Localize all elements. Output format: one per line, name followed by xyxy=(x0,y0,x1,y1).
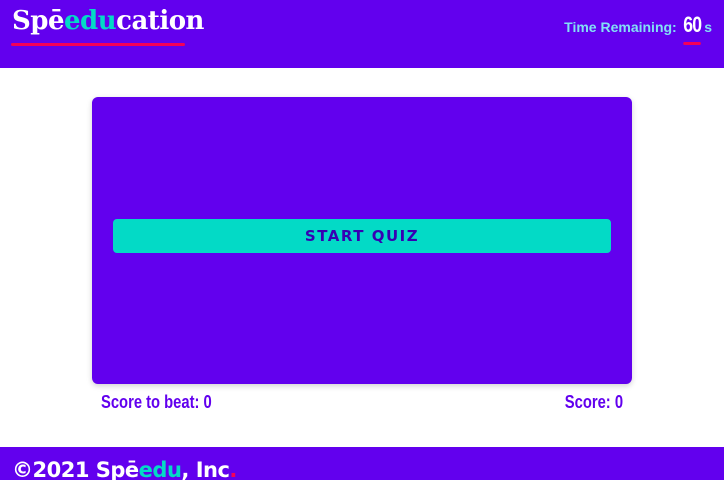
footer-copyright-year: ©2021 Spē xyxy=(12,458,139,480)
logo-part-spe: Spē xyxy=(12,6,65,36)
app-footer: ©2021 Spēedu, Inc. xyxy=(0,447,724,480)
timer-underline xyxy=(682,42,701,45)
time-remaining-unit: s xyxy=(704,19,712,35)
footer-brand-accent: edu xyxy=(138,458,182,480)
time-remaining-label: Time Remaining: xyxy=(564,19,677,35)
current-score: Score: 0 xyxy=(564,392,623,412)
quiz-card: START QUIZ xyxy=(92,97,632,384)
logo-part-edu: edu xyxy=(64,6,117,36)
footer-suffix: , Inc xyxy=(181,458,230,480)
logo-underline xyxy=(11,43,185,46)
app-header: Spēeducation Time Remaining: 60 s xyxy=(0,0,724,68)
time-remaining: Time Remaining: 60 s xyxy=(564,12,712,45)
footer-copyright: ©2021 Spēedu, Inc. xyxy=(12,456,237,480)
start-quiz-button[interactable]: START QUIZ xyxy=(113,219,611,253)
logo[interactable]: Spēeducation xyxy=(12,5,204,37)
time-remaining-number: 60 xyxy=(682,12,702,37)
time-remaining-value: 60 xyxy=(682,12,702,45)
logo-part-cation: cation xyxy=(116,6,204,36)
footer-period: . xyxy=(229,458,237,480)
score-to-beat: Score to beat: 0 xyxy=(101,392,212,412)
